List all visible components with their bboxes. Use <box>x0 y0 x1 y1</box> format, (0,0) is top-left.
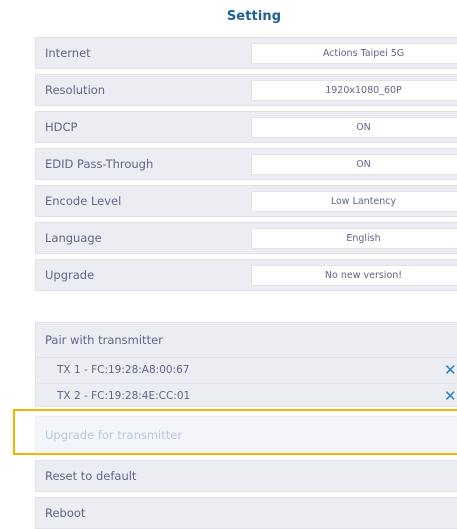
transmitter-item: TX 2 - FC:19:28:4E:CC:01 ✕ <box>36 384 457 410</box>
page-title: Setting <box>226 9 282 24</box>
transmitter-label: TX 2 - FC:19:28:4E:CC:01 <box>57 390 191 402</box>
setting-label: Upgrade <box>45 268 95 282</box>
reboot-label: Reboot <box>45 506 86 520</box>
hdcp-select[interactable]: ON <box>251 117 457 138</box>
setting-label: Resolution <box>45 83 106 97</box>
pair-label[interactable]: Pair with transmitter <box>36 323 457 358</box>
edid-select[interactable]: ON <box>251 154 457 175</box>
setting-row-internet[interactable]: Internet Actions Taipei 5G <box>35 37 457 69</box>
setting-row-upgrade[interactable]: Upgrade No new version! <box>35 259 457 291</box>
setting-label: Internet <box>45 46 91 60</box>
close-icon[interactable]: ✕ <box>444 358 457 383</box>
close-icon[interactable]: ✕ <box>444 384 457 409</box>
transmitter-item: TX 1 - FC:19:28:A8:00:67 ✕ <box>36 358 457 384</box>
highlight-frame <box>13 409 457 455</box>
reset-label: Reset to default <box>45 469 137 483</box>
setting-row-language[interactable]: Language English <box>35 222 457 254</box>
reboot-button[interactable]: Reboot <box>35 497 457 529</box>
internet-select[interactable]: Actions Taipei 5G <box>251 43 457 64</box>
setting-row-hdcp[interactable]: HDCP ON <box>35 111 457 143</box>
settings-list: Internet Actions Taipei 5G Resolution 19… <box>35 37 457 296</box>
setting-label: EDID Pass-Through <box>45 157 154 171</box>
setting-row-encode-level[interactable]: Encode Level Low Lantency <box>35 185 457 217</box>
setting-label: Encode Level <box>45 194 122 208</box>
language-select[interactable]: English <box>251 228 457 249</box>
setting-row-edid[interactable]: EDID Pass-Through ON <box>35 148 457 180</box>
transmitter-label: TX 1 - FC:19:28:A8:00:67 <box>57 364 190 376</box>
reset-to-default-button[interactable]: Reset to default <box>35 460 457 492</box>
pair-with-transmitter: Pair with transmitter TX 1 - FC:19:28:A8… <box>35 322 457 410</box>
setting-label: Language <box>45 231 102 245</box>
upgrade-status[interactable]: No new version! <box>251 265 457 286</box>
setting-label: HDCP <box>45 120 78 134</box>
encode-level-select[interactable]: Low Lantency <box>251 191 457 212</box>
setting-row-resolution[interactable]: Resolution 1920x1080_60P <box>35 74 457 106</box>
resolution-select[interactable]: 1920x1080_60P <box>251 80 457 101</box>
